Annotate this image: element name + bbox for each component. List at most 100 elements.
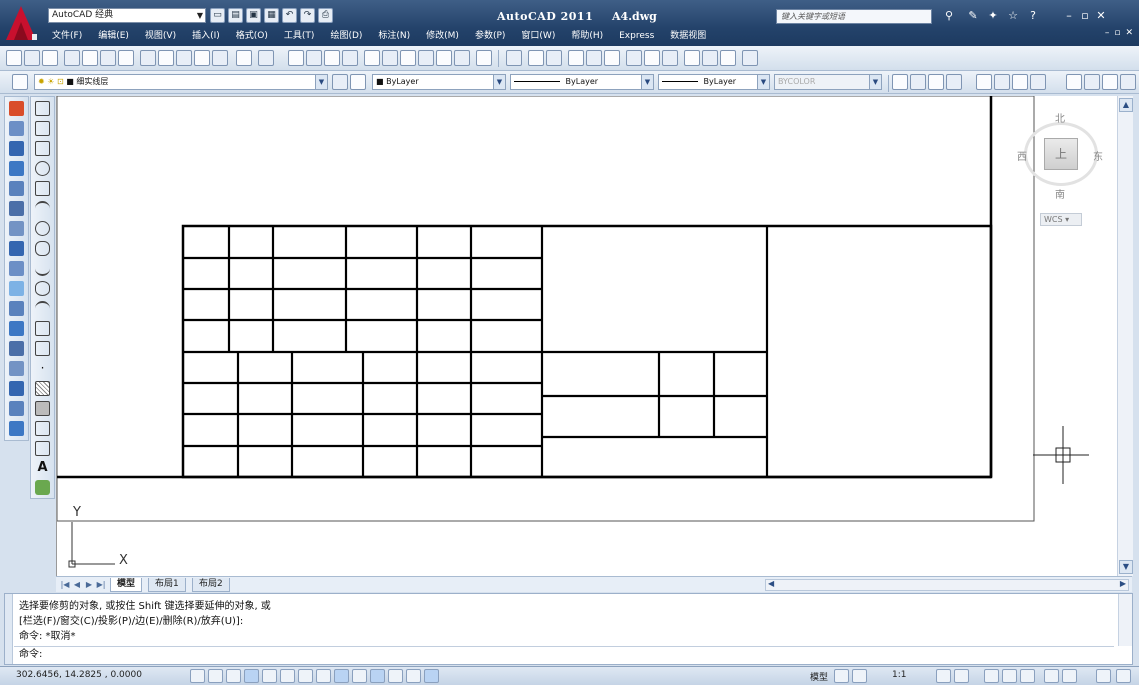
new-icon[interactable] — [6, 50, 22, 66]
wcs-menu[interactable]: WCS ▾ — [1040, 213, 1082, 226]
diameter-dimension-icon[interactable] — [626, 50, 642, 66]
menu-item-modify[interactable]: 修改(M) — [418, 29, 467, 43]
quickcalc-icon[interactable] — [454, 50, 470, 66]
trim-icon[interactable] — [9, 281, 24, 296]
construction-line-icon[interactable] — [35, 121, 50, 136]
drawing-area[interactable]: Y X — [56, 96, 1132, 576]
layer-previous-icon[interactable] — [350, 74, 366, 90]
offset-icon[interactable] — [9, 161, 24, 176]
stretch-icon[interactable] — [9, 261, 24, 276]
isolate-objects-icon[interactable] — [1044, 669, 1059, 683]
tool-palettes-icon[interactable] — [400, 50, 416, 66]
match-properties-icon[interactable] — [194, 50, 210, 66]
new-icon[interactable]: ▭ — [210, 8, 225, 23]
color-dropdown[interactable]: ■ ByLayer ▼ — [372, 74, 506, 90]
status-menu-icon[interactable] — [1062, 669, 1077, 683]
ellipse-arc-icon[interactable] — [35, 301, 50, 316]
plot-icon[interactable] — [64, 50, 80, 66]
snap-mode-icon[interactable] — [190, 669, 205, 683]
tolerance-icon[interactable] — [742, 50, 758, 66]
radius-dimension-icon[interactable] — [586, 50, 602, 66]
object-snap-tracking-icon[interactable] — [298, 669, 313, 683]
publish-icon[interactable] — [100, 50, 116, 66]
gradient-icon[interactable] — [35, 401, 50, 416]
line-icon[interactable] — [35, 101, 50, 116]
help-icon[interactable] — [476, 50, 492, 66]
command-scrollbar[interactable] — [1118, 594, 1132, 646]
command-window-grip[interactable] — [5, 594, 13, 664]
model-space-label[interactable]: 模型 — [810, 670, 828, 683]
break-at-point-icon[interactable] — [9, 321, 24, 336]
polyline-icon[interactable] — [35, 141, 50, 156]
drawing-canvas[interactable]: Y X — [57, 96, 1133, 576]
next-tab-icon[interactable]: ▶ — [84, 579, 94, 590]
transparency-icon[interactable] — [370, 669, 385, 683]
search-input[interactable]: 键入关键字或短语 — [776, 9, 932, 24]
polygon-icon[interactable] — [35, 161, 50, 176]
properties-icon[interactable] — [364, 50, 380, 66]
viewcube-top-face[interactable]: 上 — [1044, 138, 1078, 170]
quick-properties-icon[interactable] — [388, 669, 403, 683]
ordinate-dimension-icon[interactable] — [946, 74, 962, 90]
menu-item-parametric[interactable]: 参数(P) — [467, 29, 513, 43]
window-icon[interactable] — [1116, 669, 1131, 683]
layer-properties-icon[interactable] — [12, 74, 28, 90]
erase-icon[interactable] — [9, 101, 24, 116]
baseline-dimension-icon[interactable] — [1084, 74, 1100, 90]
menu-item-edit[interactable]: 编辑(E) — [90, 29, 137, 43]
3d-dwf-icon[interactable] — [118, 50, 134, 66]
viewcube[interactable]: 北 南 东 西 上 WCS ▾ — [1010, 100, 1110, 240]
region-icon[interactable] — [35, 421, 50, 436]
arc-length-icon[interactable] — [928, 74, 944, 90]
quick-view-drawings-icon[interactable] — [852, 669, 867, 683]
copy-icon[interactable] — [158, 50, 174, 66]
quick-dimension-icon[interactable] — [662, 50, 678, 66]
annotation-scale[interactable]: 1:1 — [892, 670, 906, 680]
dynamic-ucs-icon[interactable] — [316, 669, 331, 683]
menu-item-dimension[interactable]: 标注(N) — [370, 29, 418, 43]
scroll-down-icon[interactable]: ▼ — [1119, 560, 1133, 574]
copy-icon[interactable] — [9, 121, 24, 136]
last-tab-icon[interactable]: ▶| — [96, 579, 106, 590]
dynamic-input-icon[interactable] — [334, 669, 349, 683]
star-icon[interactable]: ☆ — [1006, 9, 1020, 23]
menu-item-draw[interactable]: 绘图(D) — [322, 29, 370, 43]
open-icon[interactable] — [24, 50, 40, 66]
angular-dimension-icon[interactable] — [1030, 74, 1046, 90]
rotate-icon[interactable] — [9, 221, 24, 236]
save-icon[interactable] — [42, 50, 58, 66]
baseline-dimension-icon[interactable] — [684, 50, 700, 66]
menu-item-view[interactable]: 视图(V) — [137, 29, 184, 43]
menu-item-tools[interactable]: 工具(T) — [276, 29, 323, 43]
binoculars-icon[interactable]: ⚲ — [942, 9, 956, 23]
saveas-icon[interactable]: ▦ — [264, 8, 279, 23]
scroll-left-icon[interactable]: ◀ — [768, 579, 774, 588]
doc-restore-icon[interactable]: ▫ — [1114, 28, 1120, 38]
sheet-set-icon[interactable] — [418, 50, 434, 66]
array-icon[interactable] — [9, 181, 24, 196]
pan-icon[interactable] — [288, 50, 304, 66]
menu-item-format[interactable]: 格式(O) — [228, 29, 276, 43]
hatch-icon[interactable] — [35, 381, 50, 396]
close-icon[interactable]: ✕ — [1094, 9, 1108, 23]
vertical-scrollbar[interactable]: ▲ ▼ — [1117, 96, 1133, 576]
quick-dimension-icon[interactable] — [1066, 74, 1082, 90]
grid-display-icon[interactable] — [208, 669, 223, 683]
chamfer-icon[interactable] — [9, 381, 24, 396]
help-icon[interactable]: ? — [1026, 9, 1040, 23]
jogged-dimension-icon[interactable] — [604, 50, 620, 66]
zoom-window-icon[interactable] — [324, 50, 340, 66]
scroll-up-icon[interactable]: ▲ — [1119, 98, 1133, 112]
make-current-icon[interactable] — [332, 74, 348, 90]
annotation-visibility-icon[interactable] — [936, 669, 951, 683]
plotstyle-dropdown[interactable]: BYCOLOR ▼ — [774, 74, 882, 90]
compass-west[interactable]: 西 — [1017, 148, 1027, 163]
menu-item-express[interactable]: Express — [611, 29, 662, 43]
angular-dimension-icon[interactable] — [644, 50, 660, 66]
open-icon[interactable]: ▤ — [228, 8, 243, 23]
diameter-dimension-icon[interactable] — [1012, 74, 1028, 90]
workspace-switch-icon[interactable] — [984, 669, 999, 683]
clean-screen-icon[interactable] — [1096, 669, 1111, 683]
insert-block-icon[interactable] — [35, 321, 50, 336]
fillet-icon[interactable] — [9, 401, 24, 416]
